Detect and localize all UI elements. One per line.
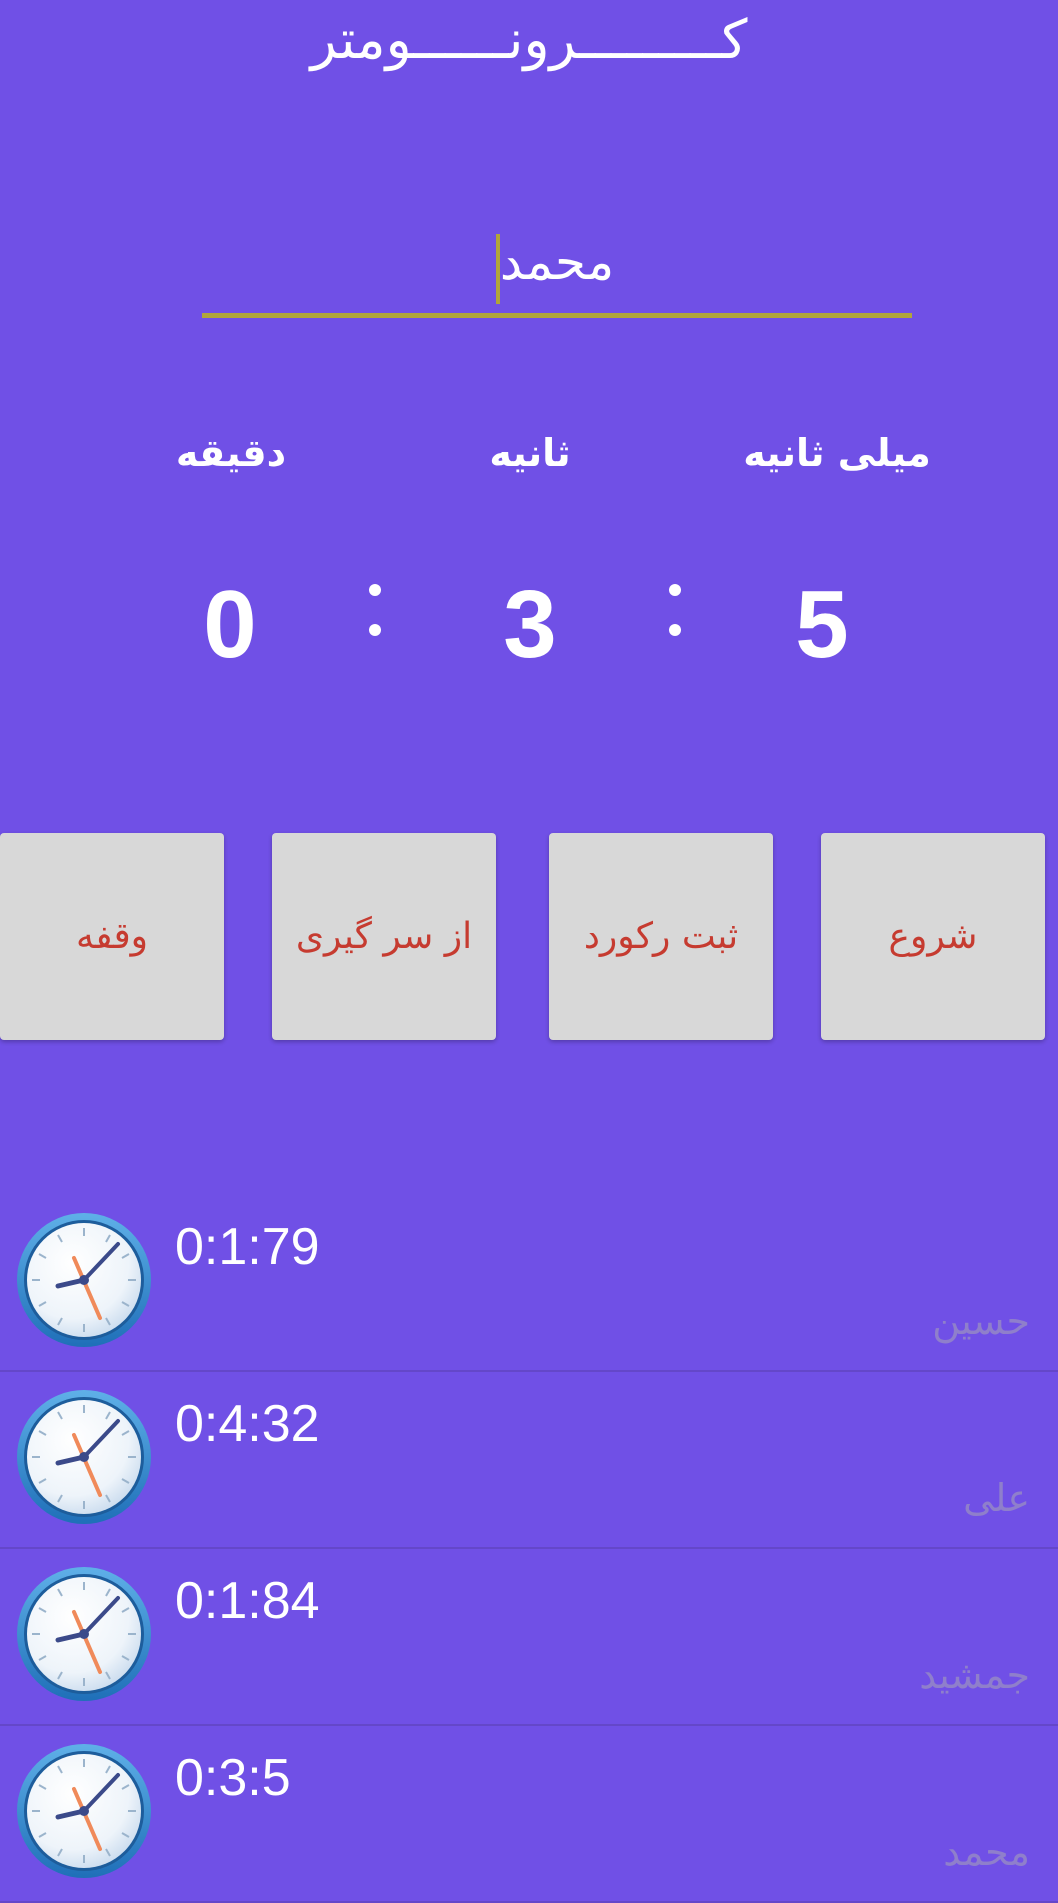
record-name: علی: [963, 1476, 1030, 1520]
record-name: حسین: [932, 1299, 1030, 1343]
seconds-display: 3: [503, 571, 557, 678]
record-name: محمد: [943, 1830, 1030, 1874]
list-item[interactable]: 0:4:32 علی: [0, 1372, 1058, 1549]
time-separator: [660, 570, 690, 650]
name-input[interactable]: محمد: [202, 222, 912, 318]
minutes-display: 0: [203, 571, 257, 678]
record-time: 0:3:5: [175, 1749, 291, 1807]
list-item[interactable]: 0:1:79 حسین: [0, 1195, 1058, 1372]
record-time: 0:1:79: [175, 1218, 320, 1276]
record-button[interactable]: ثبت رکورد: [549, 833, 773, 1040]
list-item[interactable]: 0:3:5 محمد: [0, 1726, 1058, 1903]
pause-button[interactable]: وقفه: [0, 833, 224, 1040]
start-button[interactable]: شروع: [821, 833, 1045, 1040]
time-separator: [360, 570, 390, 650]
unit-label-minutes: دقیقه: [175, 431, 287, 475]
record-time: 0:1:84: [175, 1572, 320, 1630]
unit-label-seconds: ثانیه: [489, 431, 571, 475]
list-item[interactable]: 0:1:84 جمشید: [0, 1549, 1058, 1726]
record-name: جمشید: [919, 1653, 1030, 1697]
clock-icon: [14, 1387, 154, 1527]
clock-icon: [14, 1564, 154, 1704]
app-title: کـــــــــرونــــــومتر: [310, 8, 748, 71]
text-cursor: [495, 234, 500, 304]
records-list: 0:1:79 حسین 0:4:32 علی 0:1:84 جمشید 0:3:…: [0, 1195, 1058, 1903]
reset-button[interactable]: از سر گیری: [272, 833, 496, 1040]
name-input-value: محمد: [495, 222, 614, 304]
clock-icon: [14, 1210, 154, 1350]
unit-label-milliseconds: میلی ثانیه: [743, 431, 931, 475]
record-time: 0:4:32: [175, 1395, 320, 1453]
milliseconds-display: 5: [795, 571, 849, 678]
clock-icon: [14, 1741, 154, 1881]
